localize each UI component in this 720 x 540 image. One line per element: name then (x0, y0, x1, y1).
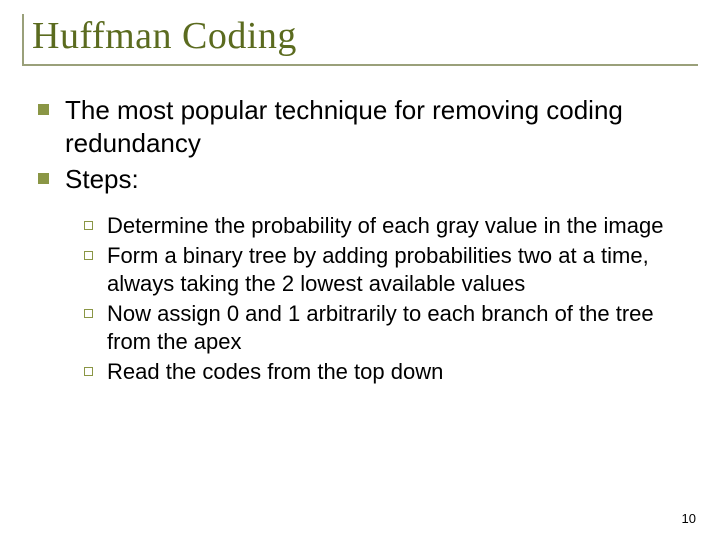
hollow-square-bullet-icon (84, 309, 93, 318)
content-area: The most popular technique for removing … (22, 94, 698, 386)
sub-bullet-text: Now assign 0 and 1 arbitrarily to each b… (107, 300, 698, 356)
list-item: Steps: (38, 163, 698, 196)
sub-bullet-text: Determine the probability of each gray v… (107, 212, 663, 240)
list-item: Read the codes from the top down (84, 358, 698, 386)
hollow-square-bullet-icon (84, 367, 93, 376)
title-container: Huffman Coding (22, 14, 698, 66)
square-bullet-icon (38, 173, 49, 184)
bullet-text: The most popular technique for removing … (65, 94, 698, 159)
hollow-square-bullet-icon (84, 251, 93, 260)
hollow-square-bullet-icon (84, 221, 93, 230)
list-item: Now assign 0 and 1 arbitrarily to each b… (84, 300, 698, 356)
square-bullet-icon (38, 104, 49, 115)
list-item: Determine the probability of each gray v… (84, 212, 698, 240)
bullet-text: Steps: (65, 163, 139, 196)
slide: Huffman Coding The most popular techniqu… (0, 0, 720, 540)
list-item: Form a binary tree by adding probabiliti… (84, 242, 698, 298)
page-number: 10 (682, 511, 696, 526)
sub-list: Determine the probability of each gray v… (38, 212, 698, 387)
sub-bullet-text: Form a binary tree by adding probabiliti… (107, 242, 698, 298)
list-item: The most popular technique for removing … (38, 94, 698, 159)
sub-bullet-text: Read the codes from the top down (107, 358, 443, 386)
slide-title: Huffman Coding (32, 14, 698, 58)
